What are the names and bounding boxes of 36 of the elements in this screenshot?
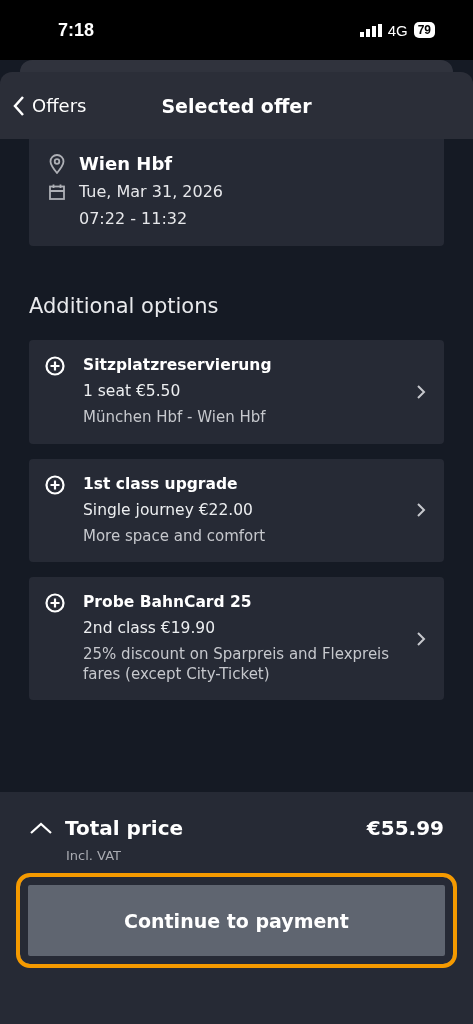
total-label: Total price [65,816,184,840]
chevron-right-icon [416,502,426,519]
option-card[interactable]: Sitzplatzreservierung 1 seat €5.50 München Hbf - Wien Hbf [29,340,444,444]
chevron-up-icon [29,821,53,835]
location-pin-icon [49,153,65,174]
destination-station: Wien Hbf [79,153,173,174]
chevron-right-icon [416,630,426,647]
option-title: Sitzplatzreservierung [83,356,273,374]
network-label: 4G [387,21,408,39]
travel-times: 07:22 - 11:32 [79,209,188,228]
plus-circle-icon [45,356,65,376]
option-card[interactable]: 1st class upgrade Single journey €22.00 More space and comfort [29,458,444,562]
option-price: Single journey €22.00 [83,500,254,519]
continue-button[interactable]: Continue to payment [16,873,457,968]
option-price: 1 seat €5.50 [83,382,182,400]
option-title: 1st class upgrade [83,474,239,493]
chevron-right-icon [416,383,426,400]
option-detail: More space and comfort [83,526,267,546]
battery-indicator: 79 [413,22,435,38]
chevron-left-icon [12,94,26,117]
total-price: €55.99 [366,816,444,840]
signal-icon [359,23,382,37]
page-title: Selected offer [161,94,312,117]
plus-circle-icon [45,474,65,495]
section-heading: Additional options [29,294,220,318]
option-card[interactable]: Probe BahnCard 25 2nd class €19.90 25% discount on Sparpreis and Flexpreis fares (except City-Ticket) [29,577,444,700]
option-detail: München Hbf - Wien Hbf [83,408,267,428]
back-button[interactable]: Offers [12,94,87,117]
option-title: Probe BahnCard 25 [83,593,253,611]
option-price: 2nd class €19.90 [83,619,217,637]
option-detail: 25% discount on Sparpreis and Flexpreis fares (except City-Ticket) [83,645,391,684]
plus-circle-icon [45,593,65,613]
calendar-icon [49,183,65,200]
travel-date: Tue, Mar 31, 2026 [79,182,224,201]
status-time: 7:18 [58,19,95,41]
vat-note: Incl. VAT [66,848,122,863]
